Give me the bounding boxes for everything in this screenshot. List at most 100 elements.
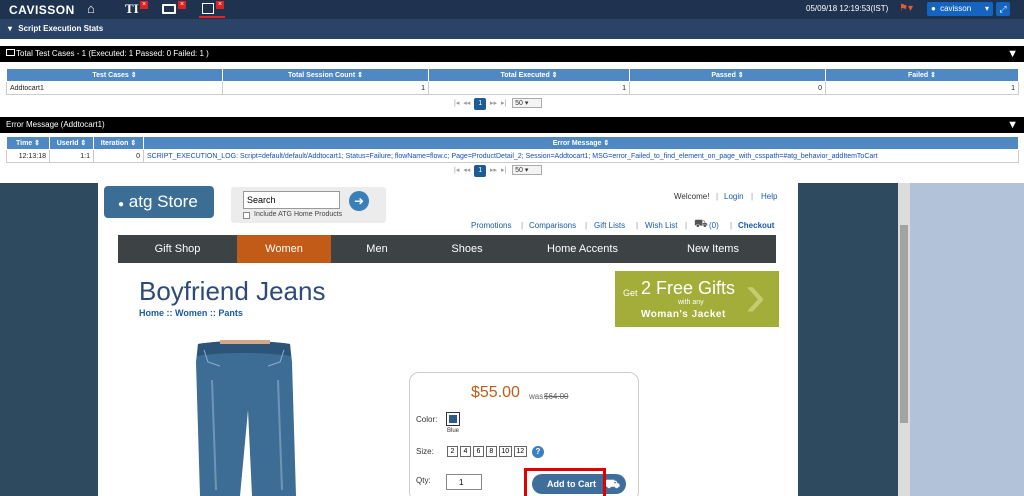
active-tab-underline [199, 16, 225, 18]
last-page-icon[interactable]: ▸| [501, 100, 506, 107]
expand-icon[interactable]: ⤢ [996, 2, 1010, 16]
export-icon[interactable] [6, 49, 15, 56]
table-row[interactable]: Addtocart1 1 1 0 1 [6, 81, 1019, 95]
search-input[interactable] [243, 191, 340, 209]
include-home-checkbox[interactable] [243, 212, 250, 219]
alert-icon[interactable]: ⚑▾ [899, 3, 913, 14]
promo-subline: Woman's Jacket [641, 309, 726, 320]
breadcrumb[interactable]: Home :: Women :: Pants [139, 308, 243, 318]
checkout-link[interactable]: Checkout [738, 221, 774, 230]
size-option[interactable]: 10 [498, 446, 512, 457]
section-header[interactable]: ▾ Script Execution Stats [0, 19, 1024, 39]
scrollbar-thumb[interactable] [900, 225, 908, 423]
column-header-passed[interactable]: Passed ⇕ [629, 68, 826, 82]
page-screenshot-frame: ● atg Store ➜ Include ATG Home Products … [0, 183, 1024, 496]
column-header-total-executed[interactable]: Total Executed ⇕ [428, 68, 630, 82]
cart-icon[interactable]: ⛟ [694, 218, 708, 232]
store-page: ● atg Store ➜ Include ATG Home Products … [98, 183, 798, 496]
nav-women[interactable]: Women [237, 235, 331, 263]
nav-shoes[interactable]: Shoes [423, 235, 511, 263]
last-page-icon[interactable]: ▸| [501, 167, 506, 174]
close-tab-icon[interactable]: × [178, 1, 186, 9]
size-option[interactable]: 8 [485, 446, 497, 457]
divider: | [685, 221, 688, 230]
size-option[interactable]: 2 [447, 446, 458, 457]
column-header-userid[interactable]: UserId ⇕ [49, 136, 94, 150]
close-tab-icon[interactable]: × [216, 1, 224, 9]
promo-banner[interactable]: Get 2 Free Gifts with any Woman's Jacket… [615, 271, 779, 327]
filter-icon[interactable]: ▼ [1007, 117, 1018, 133]
column-header-test-cases[interactable]: Test Cases ⇕ [6, 68, 223, 82]
grid-tab-icon[interactable] [202, 3, 214, 14]
page-number[interactable]: 1 [474, 165, 487, 177]
nav-new-items[interactable]: New Items [654, 235, 772, 263]
price: $55.00 [471, 384, 520, 401]
cart-icon: ⛟ [604, 477, 620, 491]
page-size-select[interactable]: 50 ▾ [512, 165, 543, 175]
monitor-icon[interactable] [162, 4, 176, 14]
table-row[interactable]: 12:13:18 1:1 0 SCRIPT_EXECUTION_LOG: Scr… [6, 149, 1019, 163]
next-page-icon[interactable]: ▸▸ [490, 167, 497, 174]
wish-list-link[interactable]: Wish List [645, 221, 677, 230]
nav-home-accents[interactable]: Home Accents [511, 235, 654, 263]
nav-men[interactable]: Men [331, 235, 423, 263]
cell-time: 12:13:18 [6, 149, 50, 163]
logo-text: atg Store [128, 192, 198, 211]
promotions-link[interactable]: Promotions [471, 221, 511, 230]
divider: | [730, 221, 733, 230]
login-link[interactable]: Login [724, 192, 744, 201]
close-tab-icon[interactable]: × [140, 1, 148, 9]
divider: | [716, 192, 719, 201]
user-name: cavisson [940, 4, 972, 13]
summary-table: Test Cases ⇕ Total Session Count ⇕ Total… [6, 68, 1019, 95]
qty-label: Qty: [416, 476, 431, 485]
first-page-icon[interactable]: |◂ [454, 100, 459, 107]
divider: | [585, 221, 588, 230]
column-header-iteration[interactable]: Iteration ⇕ [93, 136, 144, 150]
column-header-time[interactable]: Time ⇕ [6, 136, 50, 150]
gift-lists-link[interactable]: Gift Lists [594, 221, 625, 230]
summary-title: Total Test Cases - 1 (Executed: 1 Passed… [16, 49, 209, 58]
prev-page-icon[interactable]: ◂◂ [463, 100, 470, 107]
column-header-session-count[interactable]: Total Session Count ⇕ [222, 68, 429, 82]
size-option[interactable]: 4 [459, 446, 471, 457]
product-image [196, 340, 296, 496]
divider: | [521, 221, 524, 230]
cart-count[interactable]: (0) [709, 221, 719, 230]
cell-error-message[interactable]: SCRIPT_EXECUTION_LOG: Script=default/def… [143, 149, 1019, 163]
divider: | [636, 221, 639, 230]
home-icon[interactable]: ⌂ [87, 2, 95, 16]
cell-test-case[interactable]: Addtocart1 [6, 81, 223, 95]
product-title: Boyfriend Jeans [139, 276, 326, 306]
column-header-error-message[interactable]: Error Message ⇕ [143, 136, 1019, 150]
next-page-icon[interactable]: ▸▸ [490, 100, 497, 107]
store-logo[interactable]: ● atg Store [104, 186, 214, 218]
nav-gift-shop[interactable]: Gift Shop [118, 235, 237, 263]
search-go-button[interactable]: ➜ [349, 191, 369, 211]
error-highlight-box [524, 468, 606, 496]
promo-prefix: Get [623, 288, 638, 298]
summary-pager: |◂ ◂◂ 1 ▸▸ ▸| 50 ▾ [454, 98, 543, 110]
size-option[interactable]: 12 [513, 446, 527, 457]
comparisons-link[interactable]: Comparisons [529, 221, 576, 230]
tab-text-icon[interactable]: TI [125, 1, 139, 17]
page-number[interactable]: 1 [474, 98, 487, 110]
cell-iteration: 0 [93, 149, 144, 163]
page-size-select[interactable]: 50 ▾ [512, 98, 543, 108]
size-option[interactable]: 6 [472, 446, 484, 457]
logo-dot-icon: ● [118, 199, 125, 210]
column-header-failed[interactable]: Failed ⇕ [825, 68, 1019, 82]
filter-icon[interactable]: ▼ [1007, 46, 1018, 62]
color-value: Blue [447, 428, 460, 434]
chevron-down-icon: ▾ [984, 4, 989, 13]
user-menu-button[interactable]: ● cavisson ▾ [927, 2, 993, 16]
error-title: Error Message (Addtocart1) [6, 120, 105, 129]
first-page-icon[interactable]: |◂ [454, 167, 459, 174]
color-swatch-blue[interactable] [446, 412, 460, 426]
size-help-icon[interactable]: ? [532, 446, 544, 458]
help-link[interactable]: Help [761, 192, 777, 201]
prev-page-icon[interactable]: ◂◂ [463, 167, 470, 174]
quantity-input[interactable] [446, 474, 482, 490]
summary-title-bar: Total Test Cases - 1 (Executed: 1 Passed… [0, 46, 1024, 62]
promo-headline: 2 Free Gifts [641, 278, 736, 298]
